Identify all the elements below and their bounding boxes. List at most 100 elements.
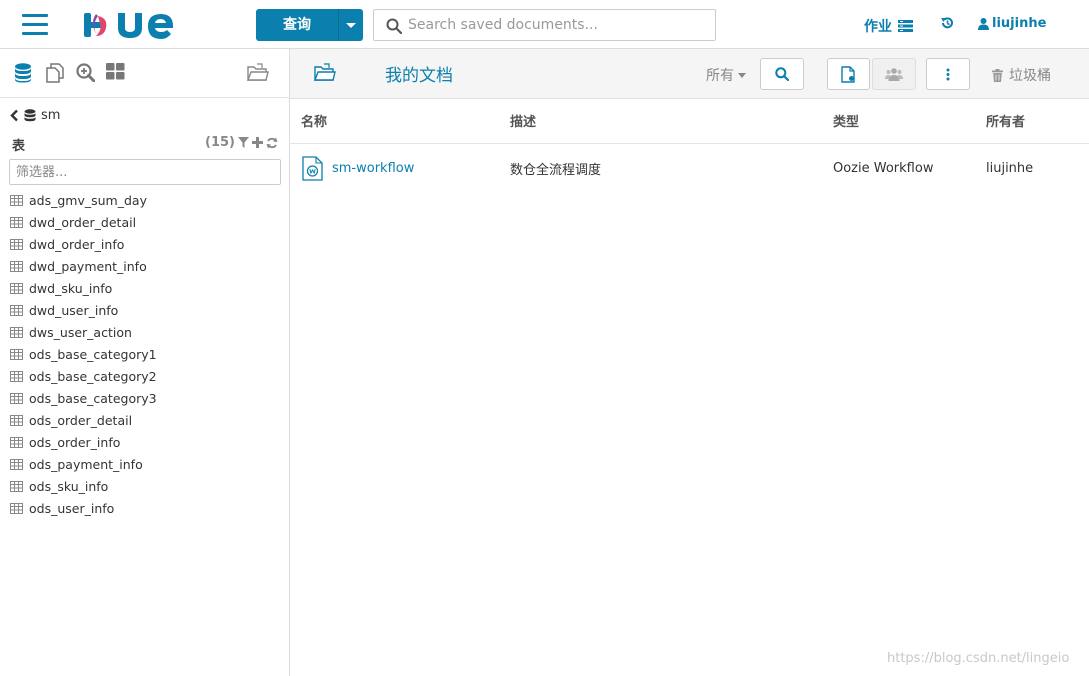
table-list-item[interactable]: dwd_order_detail	[10, 211, 157, 233]
column-header-description[interactable]: 描述	[510, 99, 833, 144]
table-name[interactable]: dwd_order_detail	[29, 215, 136, 230]
tables-title: 表	[12, 139, 26, 154]
hue-logo[interactable]	[82, 8, 182, 42]
database-breadcrumb[interactable]: sm	[10, 108, 60, 123]
table-icon	[10, 392, 23, 404]
jobs-link[interactable]: 作业	[864, 16, 913, 36]
table-icon	[10, 348, 23, 360]
table-list-item[interactable]: ods_user_info	[10, 497, 157, 519]
table-list-item[interactable]: dwd_order_info	[10, 233, 157, 255]
column-header-owner[interactable]: 所有者	[986, 99, 1089, 144]
table-name[interactable]: ads_gmv_sum_day	[29, 193, 147, 208]
new-document-button[interactable]	[827, 58, 870, 90]
database-icon[interactable]	[14, 63, 32, 83]
documents-table: 名称 描述 类型 所有者 sm-workflow 数仓全流程调度 Oozie W…	[290, 99, 1089, 193]
table-icon	[10, 194, 23, 206]
query-dropdown-button[interactable]: 查询	[256, 9, 363, 41]
grid-apps-icon[interactable]	[106, 63, 125, 80]
document-owner: liujinhe	[986, 160, 1034, 176]
table-list-item[interactable]: dwd_sku_info	[10, 277, 157, 299]
table-list-item[interactable]: ods_order_detail	[10, 409, 157, 431]
table-list-item[interactable]: dws_user_action	[10, 321, 157, 343]
table-icon	[10, 458, 23, 470]
table-list-item[interactable]: dwd_user_info	[10, 299, 157, 321]
documents-main: 我的文档 所有 垃圾桶 名称 描述 类型 所有者 sm-workflow 数仓全…	[290, 49, 1089, 676]
table-name[interactable]: ods_base_category3	[29, 391, 157, 406]
documents-icon[interactable]	[45, 63, 65, 83]
column-header-type[interactable]: 类型	[833, 99, 986, 144]
search-box[interactable]	[373, 9, 716, 41]
table-list-item[interactable]: ods_base_category2	[10, 365, 157, 387]
more-actions-button[interactable]	[926, 58, 970, 90]
table-name[interactable]: ods_user_info	[29, 501, 114, 516]
table-icon	[10, 304, 23, 316]
jobs-list-icon	[898, 20, 913, 32]
owner-filter-label[interactable]: 所有	[706, 65, 734, 85]
column-header-name[interactable]: 名称	[290, 99, 510, 144]
search-icon	[386, 18, 402, 34]
table-header-row: 名称 描述 类型 所有者	[290, 99, 1089, 144]
table-name[interactable]: ods_base_category1	[29, 347, 157, 362]
trash-label[interactable]: 垃圾桶	[1009, 65, 1051, 85]
document-link[interactable]: sm-workflow	[302, 156, 510, 181]
document-name-cell[interactable]: sm-workflow	[290, 143, 510, 193]
table-icon	[10, 326, 23, 338]
table-name[interactable]: dwd_order_info	[29, 237, 124, 252]
document-description: 数仓全流程调度	[510, 162, 602, 178]
trash-icon	[992, 68, 1003, 82]
watermark-text: https://blog.csdn.net/lingeio	[887, 651, 1070, 666]
add-icon[interactable]	[252, 137, 263, 148]
table-name[interactable]: dwd_user_info	[29, 303, 118, 318]
share-button[interactable]	[872, 58, 916, 90]
table-list-item[interactable]: ods_base_category3	[10, 387, 157, 409]
document-name[interactable]: sm-workflow	[332, 161, 414, 176]
search-input[interactable]	[408, 10, 708, 40]
refresh-icon[interactable]	[266, 137, 278, 149]
trash-link[interactable]: 垃圾桶	[992, 65, 1051, 85]
user-name[interactable]: liujinhe	[992, 16, 1046, 31]
menu-hamburger-icon[interactable]	[22, 14, 48, 36]
database-name[interactable]: sm	[41, 108, 60, 123]
workflow-document-icon	[302, 156, 323, 181]
table-name[interactable]: ods_payment_info	[29, 457, 143, 472]
table-list-item[interactable]: ods_sku_info	[10, 475, 157, 497]
table-name[interactable]: ods_order_detail	[29, 413, 132, 428]
page-title: 我的文档	[385, 66, 453, 86]
table-icon	[10, 436, 23, 448]
query-caret-icon[interactable]	[338, 9, 363, 41]
table-list-item[interactable]: ods_base_category1	[10, 343, 157, 365]
database-small-icon	[24, 108, 36, 121]
filter-icon[interactable]	[238, 137, 249, 148]
users-icon	[885, 67, 903, 81]
table-name[interactable]: ods_sku_info	[29, 479, 108, 494]
assist-toolbar	[0, 49, 289, 98]
user-menu[interactable]: liujinhe	[978, 16, 1046, 31]
jobs-label[interactable]: 作业	[864, 16, 892, 36]
table-list-item[interactable]: dwd_payment_info	[10, 255, 157, 277]
new-document-icon	[841, 65, 855, 83]
open-folder-icon[interactable]	[247, 63, 269, 81]
table-row[interactable]: sm-workflow 数仓全流程调度 Oozie Workflow liuji…	[290, 143, 1089, 193]
table-name[interactable]: ods_base_category2	[29, 369, 157, 384]
search-documents-button[interactable]	[760, 58, 804, 90]
table-list-item[interactable]: ods_payment_info	[10, 453, 157, 475]
table-icon	[10, 216, 23, 228]
table-name[interactable]: dws_user_action	[29, 325, 132, 340]
table-name[interactable]: dwd_sku_info	[29, 281, 112, 296]
open-folder-icon[interactable]	[314, 63, 336, 81]
table-list-item[interactable]: ods_order_info	[10, 431, 157, 453]
left-assist-panel: sm 表 (15) ads_gmv_sum_day dwd_order_deta…	[0, 49, 290, 676]
tables-actions: (15)	[205, 135, 278, 150]
caret-down-icon[interactable]	[738, 72, 746, 78]
back-chevron-icon[interactable]	[10, 109, 19, 122]
owner-filter-dropdown[interactable]: 所有	[706, 65, 746, 85]
table-filter-input[interactable]	[9, 159, 281, 185]
history-icon[interactable]	[940, 16, 954, 34]
query-button-label[interactable]: 查询	[256, 9, 338, 41]
table-name[interactable]: dwd_payment_info	[29, 259, 147, 274]
table-name[interactable]: ods_order_info	[29, 435, 120, 450]
table-icon	[10, 260, 23, 272]
documents-toolbar: 我的文档 所有 垃圾桶	[290, 49, 1089, 99]
zoom-search-icon[interactable]	[76, 63, 95, 82]
table-list-item[interactable]: ads_gmv_sum_day	[10, 189, 157, 211]
